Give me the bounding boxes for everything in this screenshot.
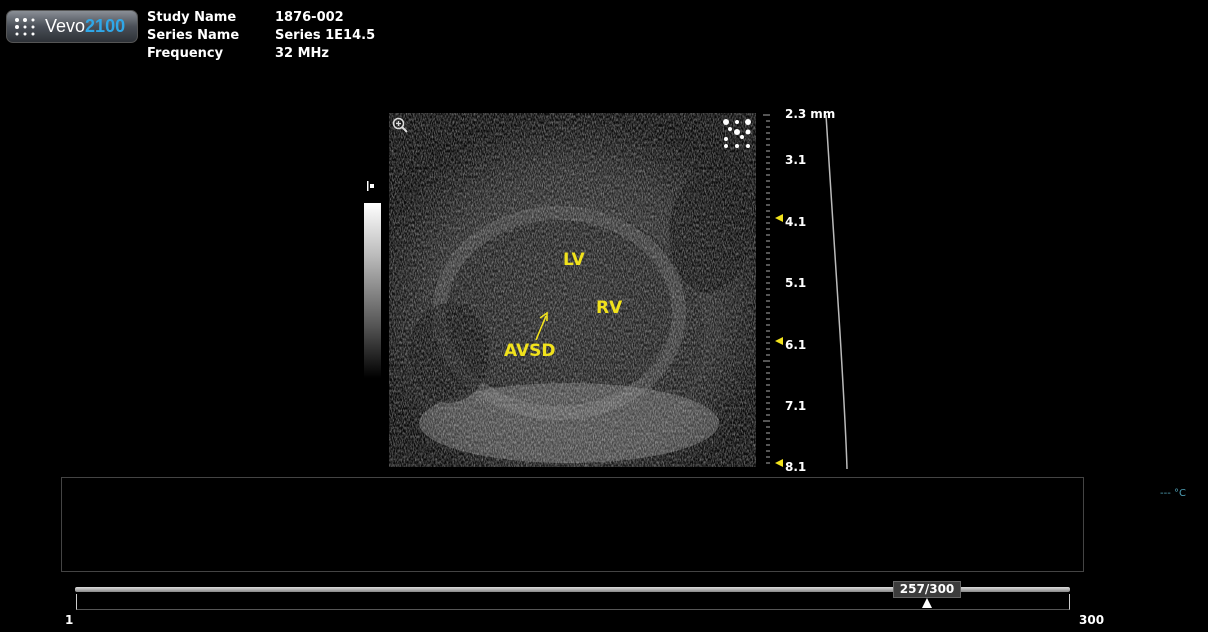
- logo-brand: Vevo: [45, 16, 86, 36]
- depth-ruler: [763, 114, 770, 464]
- study-info: Study Name 1876-002 Series Name Series 1…: [147, 10, 375, 64]
- depth-label-3: 5.1: [785, 276, 807, 290]
- vevo-logo: Vevo2100: [6, 10, 138, 43]
- tgc-curve[interactable]: [820, 113, 860, 471]
- zoom-in-icon[interactable]: [391, 116, 409, 134]
- study-name-label: Study Name: [147, 10, 237, 25]
- physio-trace-panel: [61, 477, 1084, 572]
- study-name-row: Study Name 1876-002: [147, 10, 375, 28]
- depth-value-0: 2.3: [785, 107, 807, 121]
- logo-model: 2100: [85, 16, 126, 36]
- ultrasound-speckle: [389, 113, 756, 467]
- focal-zone-marker-icon[interactable]: [775, 337, 783, 345]
- playhead-icon[interactable]: [922, 598, 933, 608]
- depth-label-6: 8.1: [785, 460, 807, 474]
- depth-label-5: 7.1: [785, 399, 807, 413]
- focal-zone-marker-icon[interactable]: [775, 459, 783, 467]
- timeline-start-label: 1: [65, 613, 74, 627]
- depth-label-2: 4.1: [785, 215, 807, 229]
- annotation-avsd: AVSD: [504, 341, 556, 361]
- annotation-lv: LV: [563, 250, 585, 270]
- temperature-readout: --- °C: [1160, 488, 1186, 499]
- ultrasound-image[interactable]: [389, 113, 756, 467]
- timeline-end-label: 300: [1079, 613, 1105, 627]
- annotation-rv: RV: [596, 298, 623, 318]
- depth-label-1: 3.1: [785, 153, 807, 167]
- probe-orientation-icon: [723, 119, 751, 148]
- study-name-value: 1876-002: [275, 10, 344, 25]
- frequency-value: 32 MHz: [275, 46, 329, 61]
- series-name-row: Series Name Series 1E14.5: [147, 28, 375, 46]
- frequency-label: Frequency: [147, 46, 224, 61]
- frequency-row: Frequency 32 MHz: [147, 46, 375, 64]
- logo-wordmark: Vevo2100: [45, 16, 125, 37]
- focal-zone-marker-icon[interactable]: [775, 214, 783, 222]
- greyscale-bar: [364, 203, 381, 378]
- avsd-arrow-icon: [535, 311, 548, 341]
- series-name-label: Series Name: [147, 28, 240, 43]
- frame-counter: 257/300: [893, 581, 962, 598]
- greyscale-marker-icon: [367, 181, 374, 191]
- depth-label-4: 6.1: [785, 338, 807, 352]
- series-name-value: Series 1E14.5: [275, 28, 376, 43]
- logo-dots-icon: [15, 18, 35, 36]
